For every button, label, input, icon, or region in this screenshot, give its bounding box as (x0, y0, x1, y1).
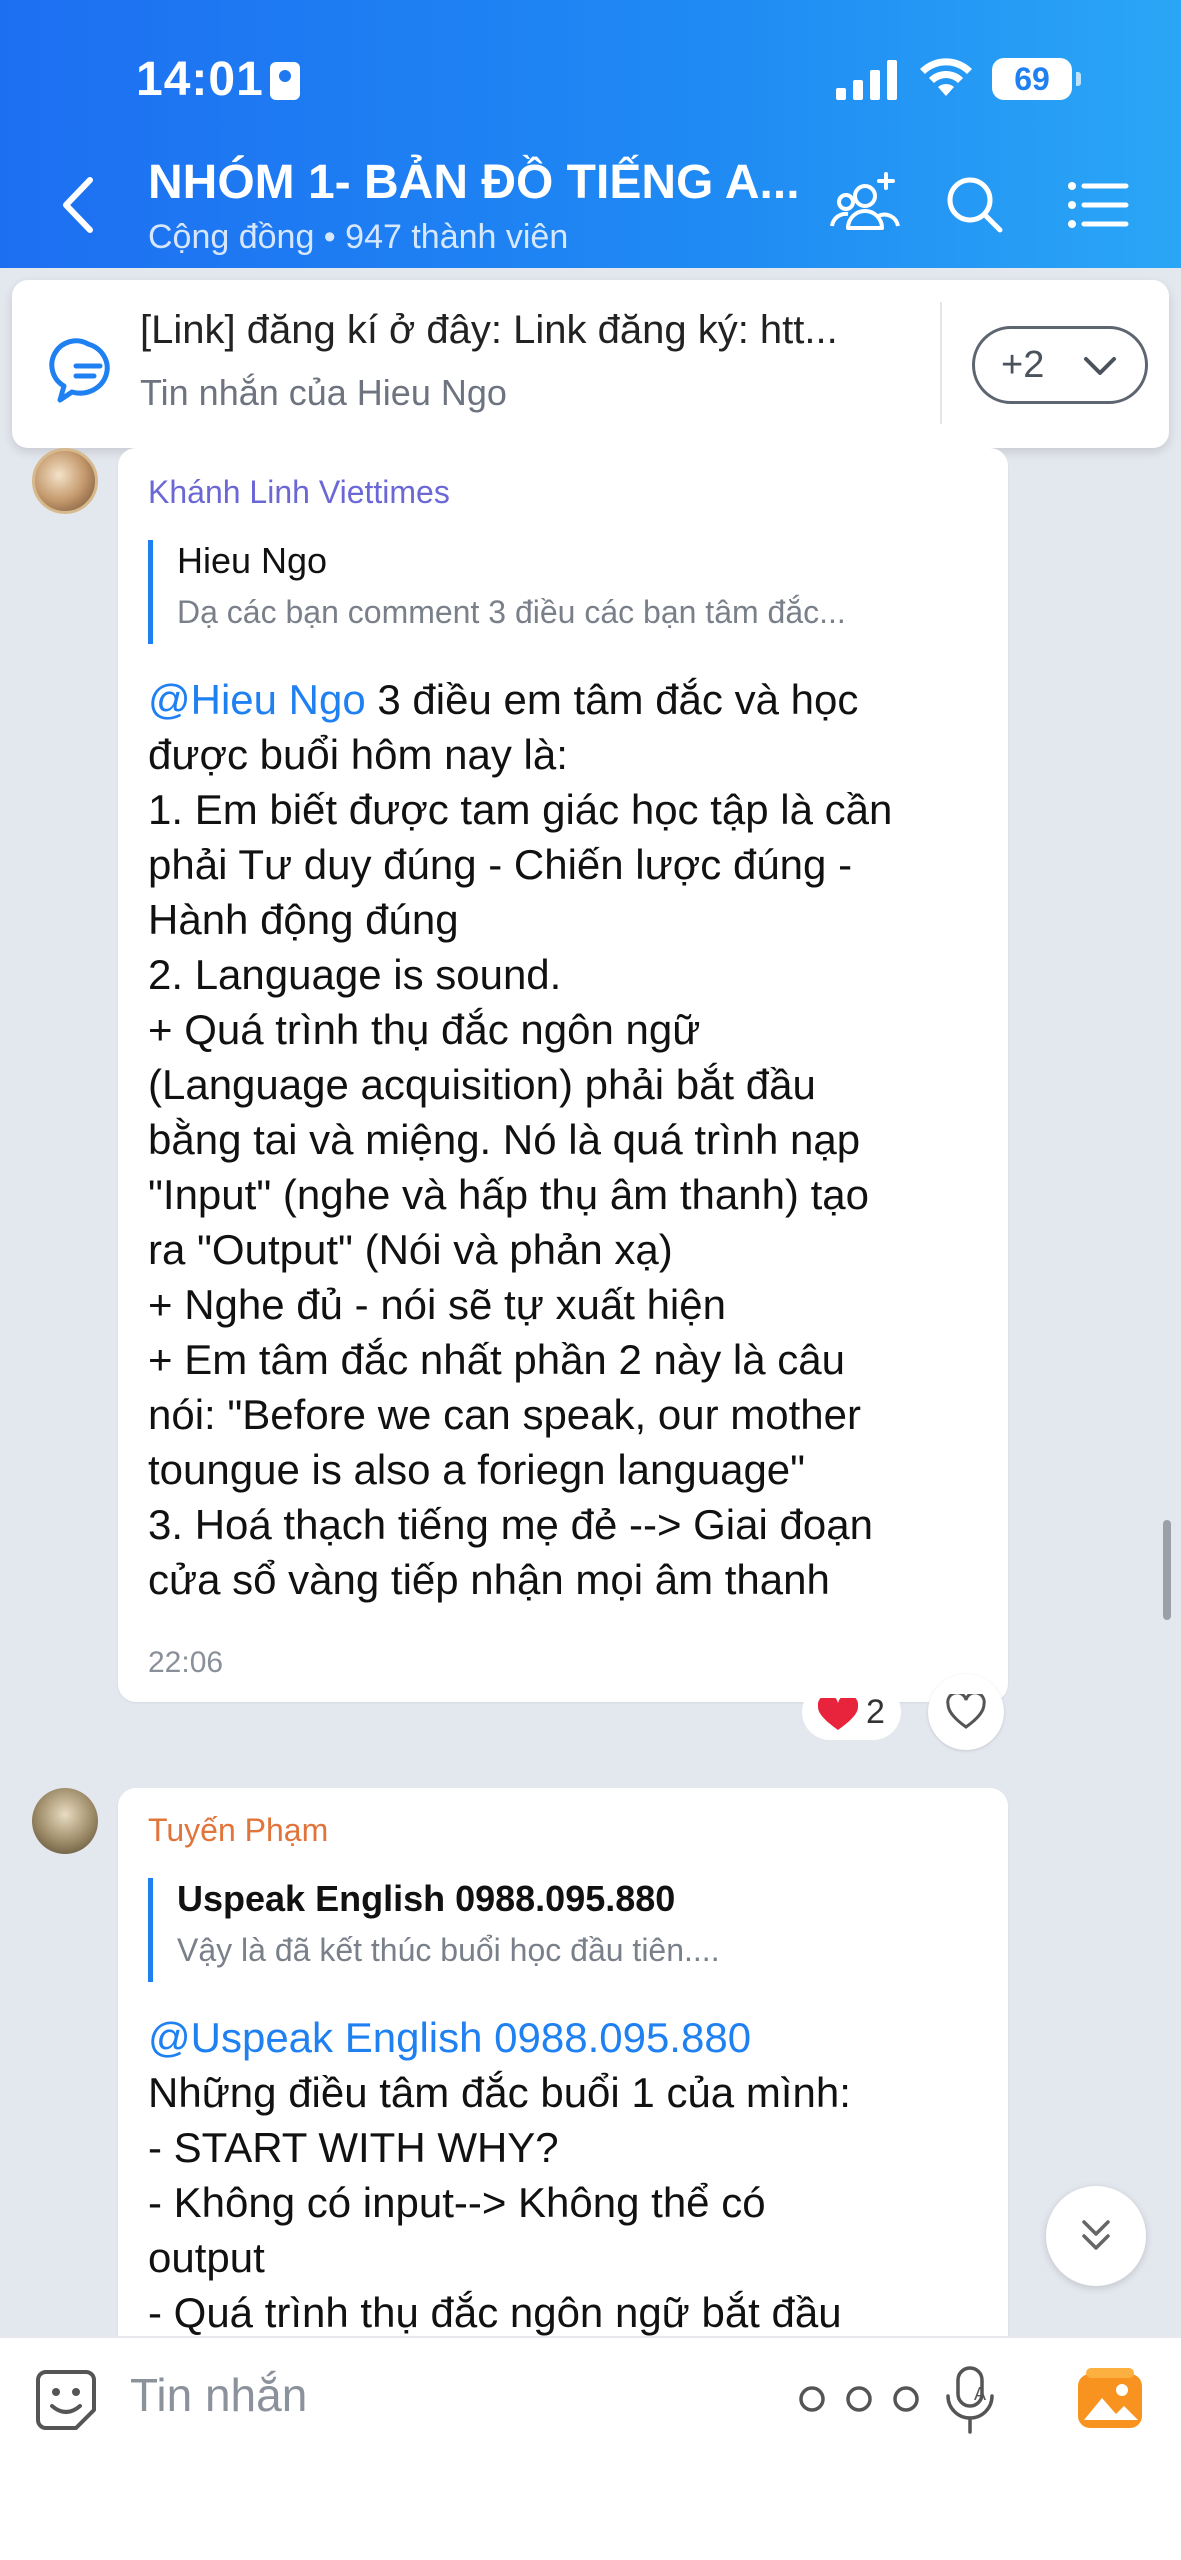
quoted-author: Uspeak English 0988.095.880 (177, 1878, 676, 1919)
id-card-icon (270, 62, 300, 100)
back-arrow-icon[interactable] (52, 170, 108, 240)
app-header: 14:01 69 NHÓM 1- BẢN ĐỒ TIẾNG A... Cộng … (0, 0, 1181, 268)
sender-name[interactable]: Khánh Linh Viettimes (148, 474, 450, 511)
reaction-count: 2 (866, 1693, 885, 1731)
wifi-icon (920, 58, 972, 96)
svg-text:A: A (974, 2384, 986, 2404)
search-icon[interactable] (940, 170, 1010, 240)
message-time: 22:06 (148, 1646, 224, 1679)
message-line: - Không có input--> Không thể có (148, 2179, 766, 2226)
message-text: @Uspeak English 0988.095.880 Những điều … (148, 2010, 851, 2336)
more-pinned-label: +2 (1001, 344, 1045, 386)
message-line: được buổi hôm nay là: (148, 731, 568, 778)
divider (0, 2336, 1181, 2338)
avatar[interactable] (32, 448, 98, 514)
pinned-message-author: Tin nhắn của Hieu Ngo (140, 372, 507, 413)
group-title[interactable]: NHÓM 1- BẢN ĐỒ TIẾNG A... (148, 155, 800, 210)
more-options-icon[interactable] (796, 2384, 922, 2414)
more-pinned-button[interactable]: +2 (972, 326, 1148, 404)
sticker-icon[interactable] (32, 2366, 100, 2434)
message-line: "Input" (nghe và hấp thụ âm thanh) tạo (148, 1171, 869, 1218)
divider (940, 302, 942, 424)
image-gallery-icon[interactable] (1076, 2366, 1144, 2430)
sender-name[interactable]: Tuyến Phạm (148, 1812, 328, 1849)
voice-input-icon[interactable]: A (940, 2364, 1000, 2436)
heart-outline-icon (946, 1694, 986, 1729)
message-line: 1. Em biết được tam giác học tập là cần (148, 786, 893, 833)
quoted-message[interactable]: Uspeak English 0988.095.880 Vậy là đã kế… (148, 1878, 720, 1982)
message-input[interactable]: Tin nhắn (130, 2368, 307, 2422)
message-line: 3 điều em tâm đắc và học (365, 676, 859, 723)
chat-area: Khánh Linh Viettimes Hieu Ngo Dạ các bạn… (0, 448, 1181, 2336)
message-line: (Language acquisition) phải bắt đầu (148, 1061, 816, 1108)
pinned-message-bar[interactable]: [Link] đăng kí ở đây: Link đăng ký: htt.… (12, 280, 1169, 448)
menu-list-icon[interactable] (1064, 170, 1134, 240)
mention-link[interactable]: @Uspeak English 0988.095.880 (148, 2014, 751, 2061)
message-composer: Tin nhắn A (0, 2336, 1181, 2560)
status-time: 14:01 (136, 53, 264, 106)
message-line: 2. Language is sound. (148, 951, 562, 998)
message-line: ra "Output" (Nói và phản xạ) (148, 1226, 673, 1273)
cell-signal-icon (836, 60, 897, 100)
message-line: - Quá trình thụ đắc ngôn ngữ bắt đầu (148, 2289, 842, 2336)
heart-icon (818, 1698, 858, 1730)
message-line: toungue is also a foriegn language" (148, 1446, 806, 1493)
message-line: output (148, 2234, 265, 2281)
like-button[interactable] (928, 1674, 1004, 1750)
message-line: + Em tâm đắc nhất phần 2 này là câu (148, 1336, 845, 1383)
message-line: - START WITH WHY? (148, 2124, 559, 2171)
reaction-summary[interactable]: 2 (802, 1684, 901, 1740)
message-text: @Hieu Ngo 3 điều em tâm đắc và học được … (148, 672, 892, 1607)
message-line: bằng tai và miệng. Nó là quá trình nạp (148, 1116, 861, 1163)
message-line: phải Tư duy đúng - Chiến lược đúng - (148, 841, 853, 888)
quoted-text: Dạ các bạn comment 3 điều các bạn tâm đắ… (177, 594, 846, 630)
double-chevron-down-icon (1082, 2220, 1110, 2250)
message-line: nói: "Before we can speak, our mother (148, 1391, 861, 1438)
message-line: + Nghe đủ - nói sẽ tự xuất hiện (148, 1281, 726, 1328)
message-line: cửa sổ vàng tiếp nhận mọi âm thanh (148, 1556, 830, 1603)
message-bubble[interactable]: Tuyến Phạm Uspeak English 0988.095.880 V… (118, 1788, 1008, 2336)
battery-indicator: 69 (992, 58, 1081, 100)
message-line: Những điều tâm đắc buổi 1 của mình: (148, 2069, 851, 2116)
message-line: 3. Hoá thạch tiếng mẹ đẻ --> Giai đoạn (148, 1501, 873, 1548)
chat-bubble-icon (49, 338, 110, 403)
quoted-text: Vậy là đã kết thúc buổi học đầu tiên.... (177, 1932, 720, 1968)
message-bubble[interactable]: Khánh Linh Viettimes Hieu Ngo Dạ các bạn… (118, 448, 1008, 1702)
message-line: + Quá trình thụ đắc ngôn ngữ (148, 1006, 701, 1053)
message-line: Hành động đúng (148, 896, 459, 943)
add-member-icon[interactable] (830, 170, 900, 240)
pinned-message-text: [Link] đăng kí ở đây: Link đăng ký: htt.… (140, 308, 838, 352)
quoted-author: Hieu Ngo (177, 540, 328, 581)
mention-link[interactable]: @Hieu Ngo (148, 676, 366, 723)
scroll-to-bottom-button[interactable] (1046, 2186, 1146, 2286)
scrollbar-thumb[interactable] (1163, 1520, 1171, 1620)
chevron-down-icon (1084, 357, 1116, 375)
avatar[interactable] (32, 1788, 98, 1854)
quoted-message[interactable]: Hieu Ngo Dạ các bạn comment 3 điều các b… (148, 540, 846, 644)
group-subtitle: Cộng đồng • 947 thành viên (148, 218, 569, 256)
